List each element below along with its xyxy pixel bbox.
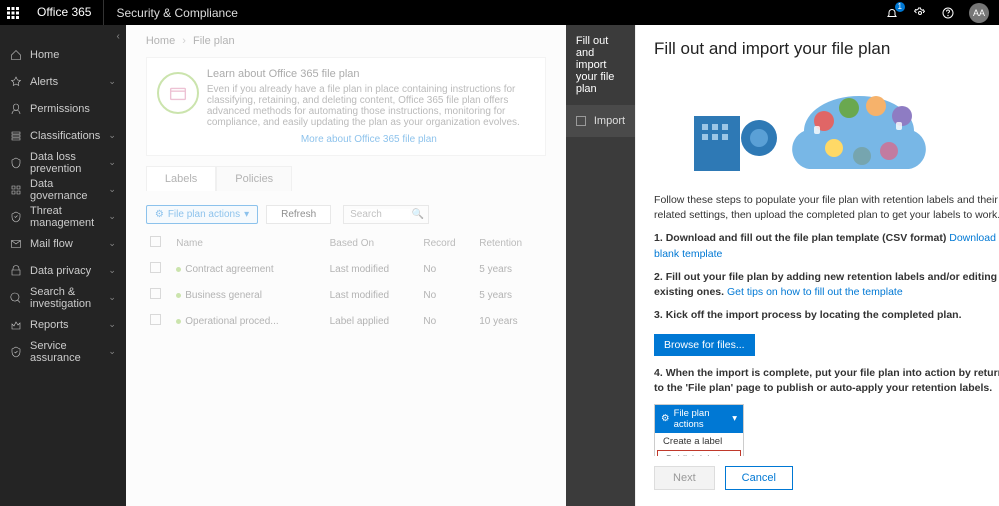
learn-more-link[interactable]: More about Office 365 file plan [207,134,531,145]
nav-icon [10,130,22,142]
chevron-down-icon: ⌄ [108,346,116,357]
nav-item-threat-management[interactable]: Threat management⌄ [0,203,126,230]
col-name[interactable]: Name [172,230,325,256]
table-row[interactable]: Business generalLast modifiedNo5 years [146,282,546,308]
nav-icon [10,346,22,358]
search-input[interactable] [350,209,410,220]
row-checkbox[interactable] [150,288,161,299]
col-retention[interactable]: Retention [475,230,546,256]
nav-item-search-investigation[interactable]: Search & investigation⌄ [0,284,126,311]
gear-icon: ⚙ [661,413,670,424]
next-button: Next [654,466,715,490]
chevron-down-icon: ▾ [732,413,737,424]
row-checkbox[interactable] [150,262,161,273]
breadcrumb: Home › File plan [126,25,566,51]
status-dot-icon [176,267,181,272]
file-plan-actions-button[interactable]: ⚙ File plan actions ▾ [146,205,258,224]
labels-table: Name Based On Record Retention Contract … [146,230,546,334]
wizard-steps-title: Fill out and import your file plan [566,25,635,105]
nav-icon [10,184,22,196]
flyout-intro: Follow these steps to populate your file… [654,193,999,223]
product-name[interactable]: Office 365 [25,0,104,25]
nav-icon [10,211,22,223]
nav-item-data-loss-prevention[interactable]: Data loss prevention⌄ [0,149,126,176]
refresh-button[interactable]: Refresh [266,205,331,224]
avatar[interactable]: AA [969,3,989,23]
tab-labels[interactable]: Labels [146,166,216,191]
chevron-down-icon: ⌄ [108,211,116,222]
settings-icon[interactable] [913,6,927,20]
nav-item-service-assurance[interactable]: Service assurance⌄ [0,338,126,365]
status-dot-icon [176,319,181,324]
step3-text: 3. Kick off the import process by locati… [654,309,961,321]
search-icon: 🔍 [412,209,424,220]
nav-icon [10,76,22,88]
gear-icon: ⚙ [155,209,164,220]
actions-menu-illustration: ⚙File plan actions▾ Create a label Publi… [654,404,744,456]
nav-item-reports[interactable]: Reports⌄ [0,311,126,338]
left-nav: ‹ HomeAlerts⌄PermissionsClassifications⌄… [0,25,126,506]
nav-icon [10,265,22,277]
chevron-down-icon: ⌄ [108,130,116,141]
nav-item-home[interactable]: Home [0,41,126,68]
status-dot-icon [176,293,181,298]
chevron-down-icon: ⌄ [108,76,116,87]
nav-item-alerts[interactable]: Alerts⌄ [0,68,126,95]
breadcrumb-current: File plan [193,35,235,47]
wizard-step-import[interactable]: Import [566,105,635,137]
step-indicator-icon [576,116,586,126]
chevron-down-icon: ⌄ [108,265,116,276]
step1-text: 1. Download and fill out the file plan t… [654,232,949,244]
chevron-down-icon: ▾ [244,209,249,220]
top-bar: Office 365 Security & Compliance 1 AA [0,0,999,25]
chevron-down-icon: ⌄ [108,319,116,330]
flyout-title: Fill out and import your file plan [654,39,890,59]
nav-item-data-privacy[interactable]: Data privacy⌄ [0,257,126,284]
learn-title: Learn about Office 365 file plan [207,68,531,80]
nav-icon [10,319,22,331]
cancel-button[interactable]: Cancel [725,466,793,490]
flyout-hero-illustration [654,73,999,183]
search-box[interactable]: 🔍 [343,205,429,224]
area-name[interactable]: Security & Compliance [104,6,249,20]
col-based[interactable]: Based On [326,230,420,256]
nav-icon [10,103,22,115]
import-flyout: Fill out and import your file plan ✕ Fol… [635,25,999,506]
help-icon[interactable] [941,6,955,20]
nav-item-data-governance[interactable]: Data governance⌄ [0,176,126,203]
learn-illustration-icon [157,72,199,114]
collapse-nav-icon[interactable]: ‹ [117,31,120,42]
nav-item-classifications[interactable]: Classifications⌄ [0,122,126,149]
tab-policies[interactable]: Policies [216,166,292,191]
notifications-icon[interactable]: 1 [885,6,899,20]
chevron-down-icon: ⌄ [108,238,116,249]
wizard-steps-panel: Fill out and import your file plan Impor… [566,25,635,506]
learn-body: Even if you already have a file plan in … [207,84,531,128]
row-checkbox[interactable] [150,314,161,325]
tips-link[interactable]: Get tips on how to fill out the template [727,286,903,298]
notification-badge: 1 [895,2,905,12]
nav-item-mail-flow[interactable]: Mail flow⌄ [0,230,126,257]
nav-icon [10,49,22,61]
nav-icon [10,292,22,304]
chevron-down-icon: ⌄ [108,157,116,168]
table-row[interactable]: Operational proced...Label appliedNo10 y… [146,308,546,334]
table-row[interactable]: Contract agreementLast modifiedNo5 years [146,256,546,282]
nav-icon [10,157,22,169]
step4-text: 4. When the import is complete, put your… [654,367,999,394]
learn-card: Learn about Office 365 file plan Even if… [146,57,546,156]
app-launcher-icon[interactable] [0,0,25,25]
chevron-down-icon: ⌄ [108,184,116,195]
browse-files-button[interactable]: Browse for files... [654,334,755,356]
nav-item-permissions[interactable]: Permissions [0,95,126,122]
select-all-checkbox[interactable] [150,236,161,247]
col-record[interactable]: Record [419,230,475,256]
chevron-down-icon: ⌄ [108,292,116,303]
main-content: Home › File plan Learn about Office 365 … [126,25,566,506]
nav-icon [10,238,22,250]
breadcrumb-home[interactable]: Home [146,35,175,47]
